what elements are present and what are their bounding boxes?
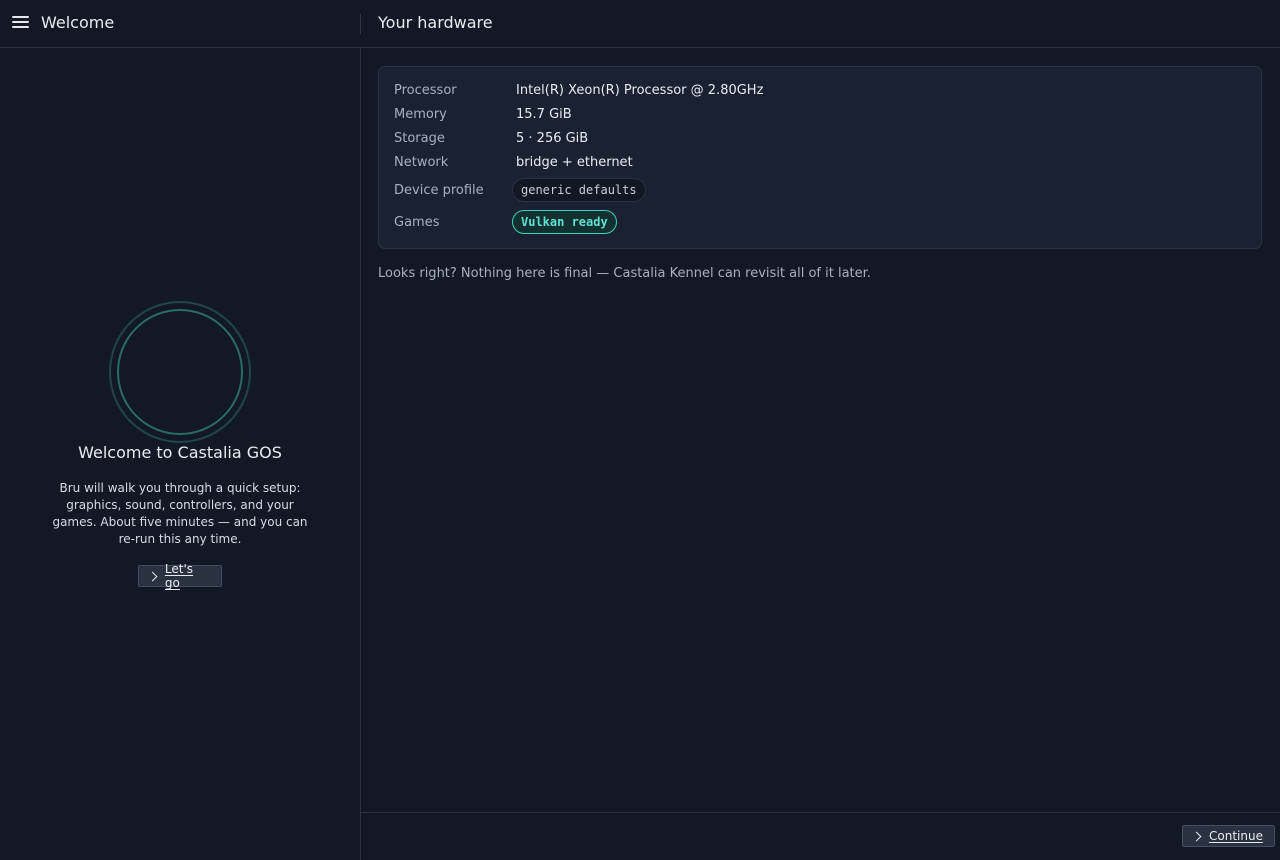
header-bar: Welcome Your hardware xyxy=(0,0,1280,48)
chevron-right-icon xyxy=(1191,831,1202,841)
ring-logo-inner xyxy=(117,309,243,435)
vulkan-status-badge: Vulkan ready xyxy=(512,210,617,234)
welcome-description: Bru will walk you through a quick setup:… xyxy=(52,481,308,546)
hardware-label: Device profile xyxy=(394,183,484,198)
hint-text: Looks right? Nothing here is final — Cas… xyxy=(378,266,871,281)
hardware-value: Intel(R) Xeon(R) Processor @ 2.80GHz xyxy=(516,83,764,98)
hardware-label: Games xyxy=(394,215,440,230)
hardware-value: bridge + ethernet xyxy=(516,155,633,170)
continue-label: Continue xyxy=(1209,829,1263,843)
page-title: Your hardware xyxy=(378,13,493,32)
continue-button[interactable]: Continue xyxy=(1182,825,1275,847)
hamburger-menu-icon[interactable] xyxy=(12,15,29,29)
sidebar-title: Welcome xyxy=(41,13,115,32)
hardware-card: Processor Intel(R) Xeon(R) Processor @ 2… xyxy=(378,66,1262,249)
device-profile-badge: generic defaults xyxy=(512,178,646,202)
hardware-label: Memory xyxy=(394,107,447,122)
header-divider xyxy=(360,14,361,34)
hardware-label: Processor xyxy=(394,83,457,98)
chevron-right-icon xyxy=(147,571,158,581)
footer-divider xyxy=(361,812,1280,813)
ring-logo-icon xyxy=(109,301,251,443)
hardware-value: 15.7 GiB xyxy=(516,107,572,122)
lets-go-button[interactable]: Let's go xyxy=(138,562,222,590)
hardware-label: Storage xyxy=(394,131,445,146)
welcome-title: Welcome to Castalia GOS xyxy=(78,443,282,462)
hardware-value: 5 · 256 GiB xyxy=(516,131,589,146)
lets-go-label: Let's go xyxy=(164,562,194,590)
sidebar: Welcome to Castalia GOS Bru will walk yo… xyxy=(0,48,361,860)
hardware-label: Network xyxy=(394,155,449,170)
